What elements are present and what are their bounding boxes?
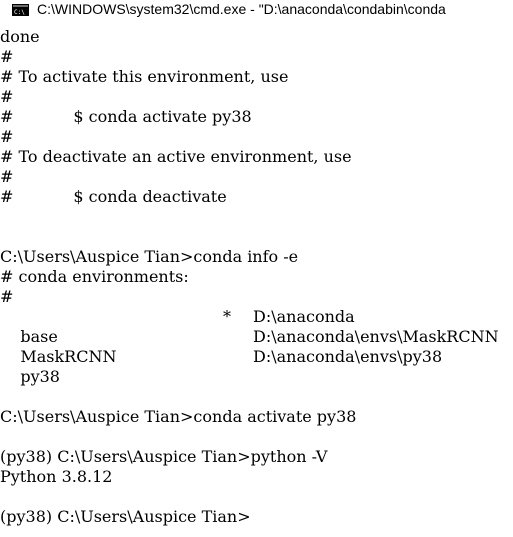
env-path: D:\anaconda\envs\MaskRCNN	[253, 327, 499, 346]
console-hash: #	[0, 107, 14, 126]
env-row: py38 D:\anaconda\envs\py38	[0, 347, 513, 386]
console-line: # $ conda deactivate	[0, 187, 513, 207]
console-command-hint: $ conda deactivate	[73, 187, 227, 206]
console-current-prompt[interactable]: (py38) C:\Users\Auspice Tian>	[0, 507, 513, 527]
console-prompt-line: (py38) C:\Users\Auspice Tian>python -V	[0, 447, 328, 466]
console-prompt-line: C:\Users\Auspice Tian>conda activate py3…	[0, 407, 357, 426]
console-line: # To deactivate an active environment, u…	[0, 147, 352, 166]
console-line: done	[0, 27, 40, 46]
console-line: #	[0, 87, 14, 106]
env-row: MaskRCNN D:\anaconda\envs\MaskRCNN	[0, 327, 513, 366]
console-line: Python 3.8.12	[0, 467, 113, 486]
env-path: D:\anaconda\envs\py38	[253, 347, 443, 366]
svg-text:C:\: C:\	[14, 9, 25, 16]
console-line: #	[0, 47, 14, 66]
env-row: base * D:\anaconda	[0, 307, 513, 346]
console-line: #	[0, 127, 14, 146]
console-line: # conda environments:	[0, 267, 189, 286]
window-titlebar[interactable]: C:\ C:\WINDOWS\system32\cmd.exe - "D:\an…	[0, 0, 513, 19]
console-line: #	[0, 287, 14, 306]
console-hash: #	[0, 187, 14, 206]
env-path: D:\anaconda	[253, 307, 355, 326]
window-title: C:\WINDOWS\system32\cmd.exe - "D:\anacon…	[37, 1, 446, 17]
cmd-console-icon: C:\	[12, 3, 29, 16]
console-prompt-line: C:\Users\Auspice Tian>conda info -e	[0, 247, 299, 266]
console-command-hint: $ conda activate py38	[73, 107, 252, 126]
console-line: #	[0, 167, 14, 186]
console-output[interactable]: done # # To activate this environment, u…	[0, 27, 513, 537]
env-active-marker: *	[223, 307, 231, 326]
console-line: # $ conda activate py38	[0, 107, 513, 127]
console-line: # To activate this environment, use	[0, 67, 289, 86]
